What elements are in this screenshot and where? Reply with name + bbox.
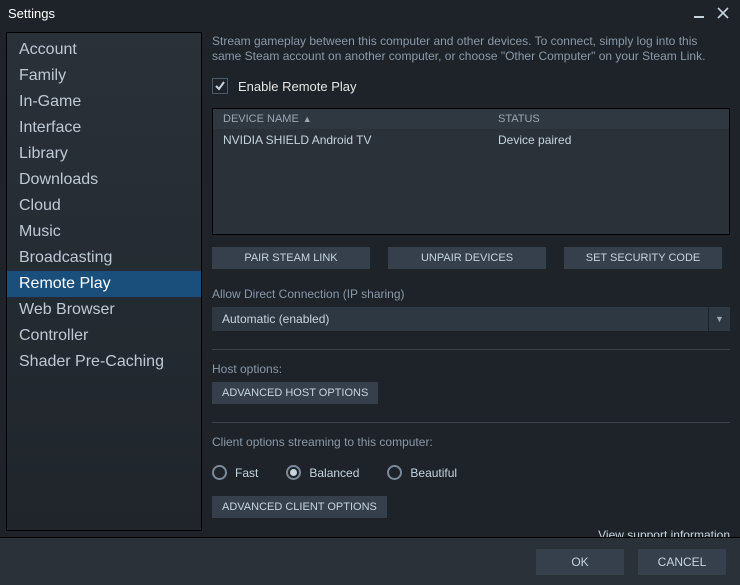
radio-fast[interactable]: Fast: [212, 465, 258, 480]
body: AccountFamilyIn-GameInterfaceLibraryDown…: [0, 26, 740, 531]
enable-remote-play-checkbox[interactable]: [212, 78, 228, 94]
sidebar: AccountFamilyIn-GameInterfaceLibraryDown…: [6, 32, 202, 531]
device-table: DEVICE NAME ▲ STATUS NVIDIA SHIELD Andro…: [212, 108, 730, 235]
main-panel: Stream gameplay between this computer an…: [208, 32, 734, 531]
sidebar-item-in-game[interactable]: In-Game: [7, 89, 201, 115]
check-icon: [214, 80, 226, 92]
device-table-body: NVIDIA SHIELD Android TVDevice paired: [213, 129, 729, 234]
minimize-button[interactable]: [690, 4, 708, 22]
client-options-label: Client options streaming to this compute…: [212, 435, 730, 449]
radio-balanced[interactable]: Balanced: [286, 465, 359, 480]
titlebar: Settings: [0, 0, 740, 26]
table-row[interactable]: NVIDIA SHIELD Android TVDevice paired: [213, 129, 729, 151]
enable-remote-play-row: Enable Remote Play: [212, 78, 730, 94]
radio-label: Balanced: [309, 466, 359, 480]
sort-asc-icon: ▲: [303, 114, 312, 124]
cancel-button[interactable]: CANCEL: [638, 549, 726, 575]
sidebar-item-downloads[interactable]: Downloads: [7, 167, 201, 193]
radio-beautiful[interactable]: Beautiful: [387, 465, 457, 480]
device-actions-row: PAIR STEAM LINK UNPAIR DEVICES SET SECUR…: [212, 247, 730, 269]
settings-window: Settings AccountFamilyIn-GameInterfaceLi…: [0, 0, 740, 585]
chevron-down-icon: ▼: [708, 307, 730, 331]
sidebar-item-broadcasting[interactable]: Broadcasting: [7, 245, 201, 271]
device-name-header[interactable]: DEVICE NAME ▲: [223, 113, 498, 125]
sidebar-item-controller[interactable]: Controller: [7, 323, 201, 349]
divider: [212, 422, 730, 423]
radio-label: Fast: [235, 466, 258, 480]
unpair-devices-button[interactable]: UNPAIR DEVICES: [388, 247, 546, 269]
divider: [212, 349, 730, 350]
sidebar-item-account[interactable]: Account: [7, 37, 201, 63]
sidebar-item-cloud[interactable]: Cloud: [7, 193, 201, 219]
close-button[interactable]: [714, 4, 732, 22]
direct-connection-dropdown[interactable]: Automatic (enabled) ▼: [212, 307, 730, 331]
status-header-label: STATUS: [498, 113, 540, 125]
device-status-cell: Device paired: [498, 133, 719, 147]
advanced-client-options-button[interactable]: ADVANCED CLIENT OPTIONS: [212, 496, 387, 518]
radio-icon: [212, 465, 227, 480]
sidebar-item-web-browser[interactable]: Web Browser: [7, 297, 201, 323]
radio-icon: [286, 465, 301, 480]
enable-remote-play-label: Enable Remote Play: [238, 79, 357, 94]
direct-connection-value: Automatic (enabled): [212, 312, 708, 326]
sidebar-item-shader-pre-caching[interactable]: Shader Pre-Caching: [7, 349, 201, 375]
direct-connection-label: Allow Direct Connection (IP sharing): [212, 287, 730, 301]
device-name-cell: NVIDIA SHIELD Android TV: [223, 133, 498, 147]
advanced-host-options-button[interactable]: ADVANCED HOST OPTIONS: [212, 382, 378, 404]
sidebar-item-music[interactable]: Music: [7, 219, 201, 245]
description-text: Stream gameplay between this computer an…: [212, 34, 730, 64]
close-icon: [717, 7, 729, 19]
device-name-header-label: DEVICE NAME: [223, 113, 299, 125]
device-table-header: DEVICE NAME ▲ STATUS: [213, 109, 729, 129]
sidebar-item-library[interactable]: Library: [7, 141, 201, 167]
radio-label: Beautiful: [410, 466, 457, 480]
pair-steam-link-button[interactable]: PAIR STEAM LINK: [212, 247, 370, 269]
status-header[interactable]: STATUS: [498, 113, 719, 125]
window-title: Settings: [8, 6, 55, 21]
sidebar-item-remote-play[interactable]: Remote Play: [7, 271, 201, 297]
ok-button[interactable]: OK: [536, 549, 624, 575]
sidebar-item-interface[interactable]: Interface: [7, 115, 201, 141]
footer: OK CANCEL: [0, 537, 740, 585]
minimize-icon: [693, 7, 705, 19]
sidebar-item-family[interactable]: Family: [7, 63, 201, 89]
host-options-label: Host options:: [212, 362, 730, 376]
radio-icon: [387, 465, 402, 480]
set-security-code-button[interactable]: SET SECURITY CODE: [564, 247, 722, 269]
client-quality-radios: Fast Balanced Beautiful: [212, 465, 730, 480]
